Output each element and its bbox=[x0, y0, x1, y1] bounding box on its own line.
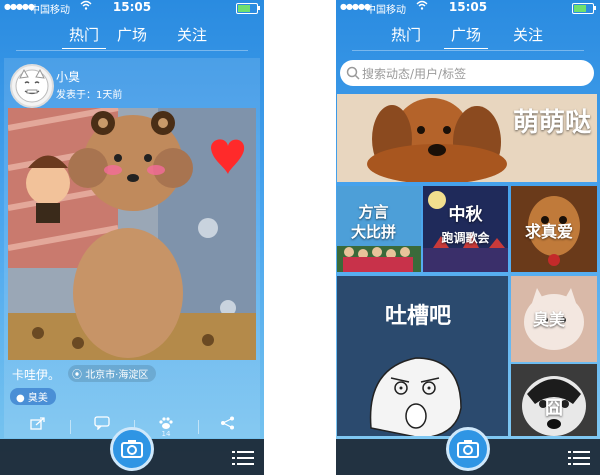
post-caption: 卡哇伊。 bbox=[12, 368, 61, 382]
location-label: 北京市·海淀区 bbox=[85, 370, 149, 381]
search-icon bbox=[346, 66, 360, 80]
action-divider bbox=[70, 420, 71, 434]
location-badge[interactable]: ⦿ 北京市·海淀区 bbox=[68, 365, 157, 382]
status-bar: ●●●●● 中国移动 15:05 bbox=[0, 0, 264, 16]
more-share-icon bbox=[208, 416, 248, 430]
tile-embarrassed-label: 囧 bbox=[545, 398, 563, 419]
avatar[interactable] bbox=[10, 64, 54, 108]
camera-icon bbox=[113, 440, 151, 472]
share-icon bbox=[18, 416, 58, 430]
tile-dialect[interactable]: 方言 大比拼 bbox=[337, 186, 421, 272]
camera-icon bbox=[449, 440, 487, 472]
action-divider bbox=[198, 420, 199, 434]
tile-midautumn[interactable]: 中秋 跑调歌会 bbox=[423, 186, 508, 272]
tag-label: 臭美 bbox=[27, 393, 48, 404]
post-username[interactable]: 小臭 bbox=[56, 68, 80, 85]
menu-icon[interactable] bbox=[232, 449, 254, 467]
post-card[interactable]: 小臭 发表于：1天前 卡哇伊。 ⦿ 北京市·海淀区 ● 臭美 14 bbox=[4, 58, 260, 438]
status-bar: ●●●●● 中国移动 15:05 bbox=[336, 0, 600, 16]
tile-love-label: 求真爱 bbox=[525, 222, 574, 241]
location-pin-icon: ⦿ bbox=[72, 370, 86, 381]
tile-vain-label: 臭美 bbox=[533, 310, 566, 329]
top-tabs: 热门 广场 关注 bbox=[336, 24, 600, 50]
tag-dot-icon: ● bbox=[16, 393, 28, 404]
tile-tucao[interactable]: 吐槽吧 bbox=[337, 276, 508, 436]
post-time: 发表于：1天前 bbox=[56, 90, 123, 101]
battery-icon bbox=[572, 3, 596, 14]
paw-icon bbox=[146, 416, 186, 430]
tab-square[interactable]: 广场 bbox=[102, 24, 162, 45]
tile-midautumn-label: 中秋 跑调歌会 bbox=[423, 204, 508, 249]
search-input[interactable]: 搜索动态/用户/标签 bbox=[340, 60, 594, 86]
tabs-divider bbox=[352, 50, 584, 51]
clock: 15:05 bbox=[448, 0, 488, 14]
comment-icon bbox=[82, 416, 122, 430]
tab-square[interactable]: 广场 bbox=[436, 24, 496, 49]
tab-follow[interactable]: 关注 bbox=[498, 24, 558, 45]
share-button[interactable] bbox=[18, 416, 58, 430]
tab-hot[interactable]: 热门 bbox=[376, 24, 436, 45]
tile-dialect-label: 方言 大比拼 bbox=[351, 202, 396, 242]
tile-dialect-line1: 方言 bbox=[358, 203, 389, 221]
like-count: 14 bbox=[161, 430, 171, 438]
battery-icon bbox=[236, 3, 260, 14]
tile-midautumn-line2: 跑调歌会 bbox=[441, 231, 490, 245]
post-photo[interactable] bbox=[8, 108, 256, 360]
top-tabs: 热门 广场 关注 bbox=[0, 24, 264, 50]
camera-button[interactable] bbox=[446, 427, 490, 471]
hot-feed-screen: ●●●●● 中国移动 15:05 热门 广场 关注 小臭 发表于：1天前 卡哇伊… bbox=[0, 0, 264, 475]
tile-dialect-line2: 大比拼 bbox=[351, 223, 397, 241]
tile-vain[interactable]: 臭美 bbox=[511, 276, 597, 362]
more-share-button[interactable] bbox=[208, 416, 248, 430]
search-placeholder: 搜索动态/用户/标签 bbox=[362, 67, 467, 81]
tile-featured-label: 萌萌哒 bbox=[512, 108, 591, 138]
tile-embarrassed[interactable]: 囧 bbox=[511, 364, 597, 436]
camera-button[interactable] bbox=[110, 427, 154, 471]
clock: 15:05 bbox=[112, 0, 152, 14]
tile-featured[interactable]: 萌萌哒 bbox=[337, 94, 597, 182]
square-screen: ●●●●● 中国移动 15:05 热门 广场 关注 搜索动态/用户/标签 萌萌哒 bbox=[336, 0, 600, 475]
post-tag[interactable]: ● 臭美 bbox=[10, 388, 56, 405]
tab-follow[interactable]: 关注 bbox=[162, 24, 222, 45]
tabs-divider bbox=[16, 50, 248, 51]
meme-face-image bbox=[369, 357, 462, 436]
menu-icon[interactable] bbox=[568, 449, 590, 467]
tile-love[interactable]: 求真爱 bbox=[511, 186, 597, 272]
comment-button[interactable] bbox=[82, 416, 122, 430]
tile-tucao-label: 吐槽吧 bbox=[385, 304, 452, 329]
like-button[interactable]: 14 bbox=[146, 416, 186, 438]
tile-midautumn-line1: 中秋 bbox=[448, 205, 483, 225]
